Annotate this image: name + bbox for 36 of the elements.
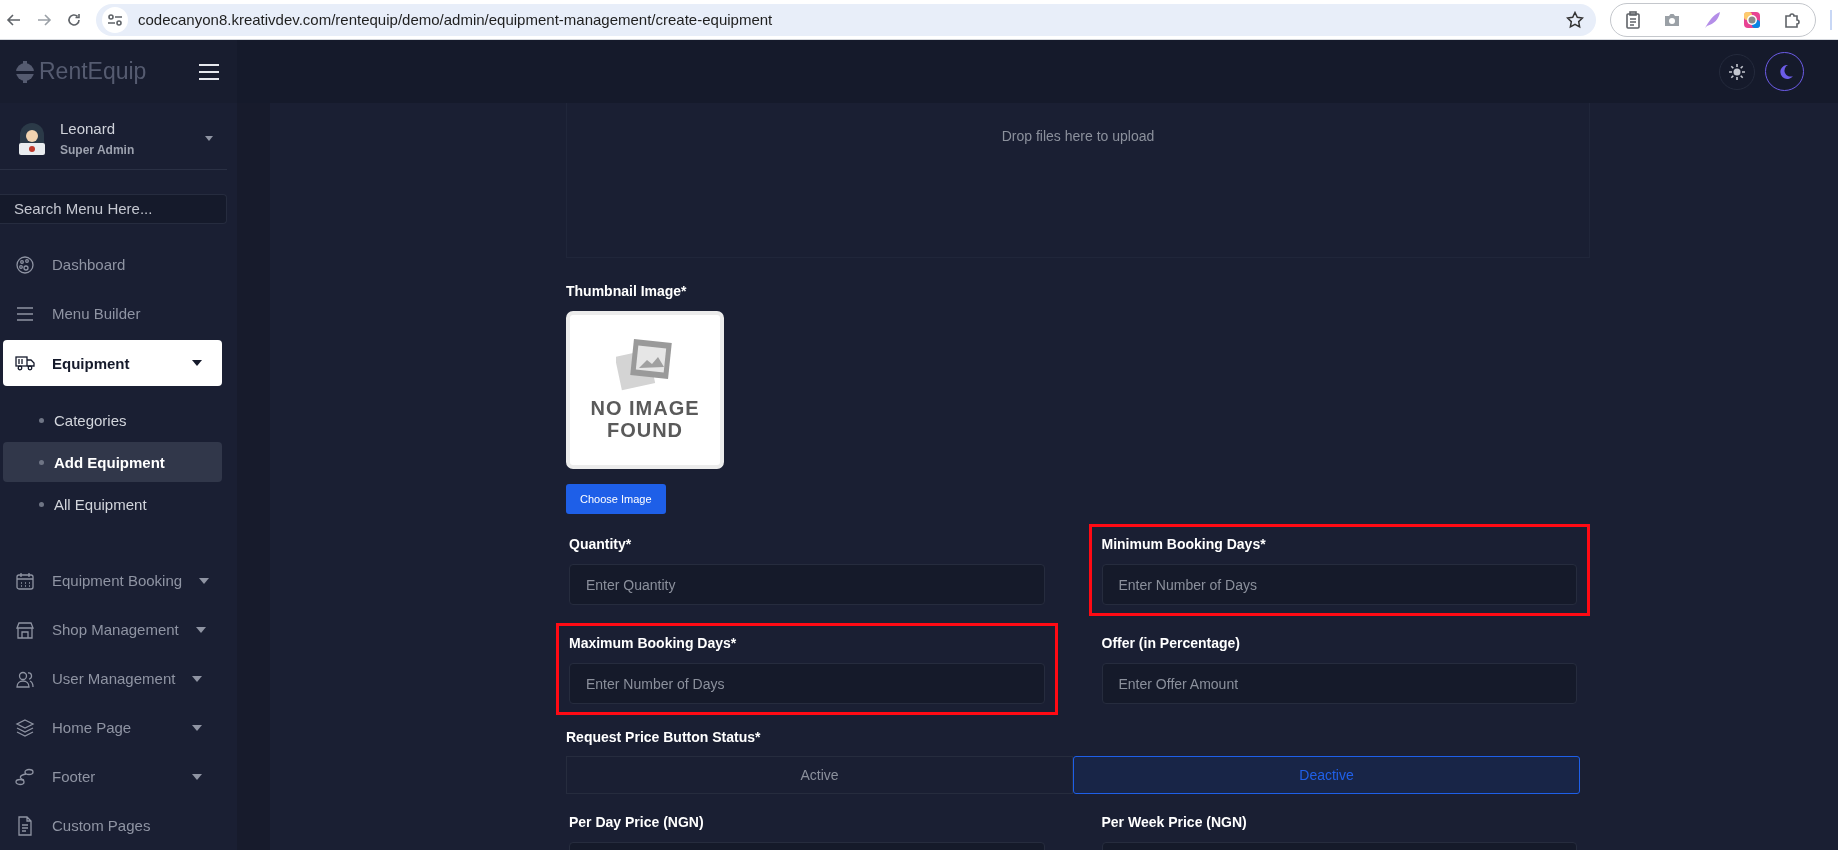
field-label: Request Price Button Status* [566, 729, 762, 747]
field-label: Minimum Booking Days* [1101, 535, 1267, 553]
field-label: Thumbnail Image* [566, 283, 688, 301]
url-text: codecanyon8.kreativdev.com/rentequip/demo/admin/equipment-management/create-equipment [138, 11, 774, 28]
sidebar-item[interactable]: Menu Builder [3, 289, 222, 338]
dropzone[interactable]: Drop files here to upload [566, 103, 1590, 258]
status-option[interactable]: Deactive [1073, 756, 1580, 794]
sidebar-item[interactable]: Home Page [3, 703, 222, 752]
sidebar-item[interactable]: Custom Pages [3, 801, 222, 850]
input-field[interactable]: Enter Offer Amount [1101, 663, 1577, 704]
sidebar-item[interactable]: Equipment Booking [3, 556, 222, 605]
field-label: Per Day Price (NGN) [569, 813, 705, 831]
brand-name: RentEquip [39, 58, 147, 85]
user-name: Leonard [60, 120, 117, 138]
submenu-item[interactable]: Add Equipment [3, 442, 222, 482]
input-field[interactable]: Enter Quantity [569, 564, 1045, 605]
placeholder-text: NO IMAGE FOUND [590, 397, 700, 441]
search-field[interactable]: Search Menu Here... [0, 193, 227, 224]
sidebar-item[interactable]: Dashboard [3, 240, 222, 289]
field-label: Offer (in Percentage) [1101, 634, 1241, 652]
field-label: Quantity* [569, 535, 633, 553]
status-option[interactable]: Active [566, 756, 1073, 794]
field-label: Maximum Booking Days* [569, 634, 738, 652]
sidebar-item[interactable]: Equipment [3, 340, 222, 386]
sidebar-item[interactable]: Footer [3, 752, 222, 801]
input-field[interactable]: Enter Number of Days [569, 663, 1045, 704]
choose-image-button[interactable]: Choose Image [566, 484, 666, 514]
submenu-item[interactable]: All Equipment [3, 484, 222, 524]
address-bar[interactable]: codecanyon8.kreativdev.com/rentequip/demo/admin/equipment-management/create-equipment [96, 3, 1596, 36]
sidebar-item[interactable]: User Management [3, 654, 222, 703]
field-label: Per Week Price (NGN) [1101, 813, 1248, 831]
sidebar-item[interactable]: Shop Management [3, 605, 222, 654]
user-role: Super Admin [60, 143, 136, 158]
dropzone-text: Drop files here to upload [1001, 128, 1155, 144]
input-field[interactable]: Enter Number of Days [1101, 564, 1577, 605]
submenu-item[interactable]: Categories [3, 400, 222, 440]
